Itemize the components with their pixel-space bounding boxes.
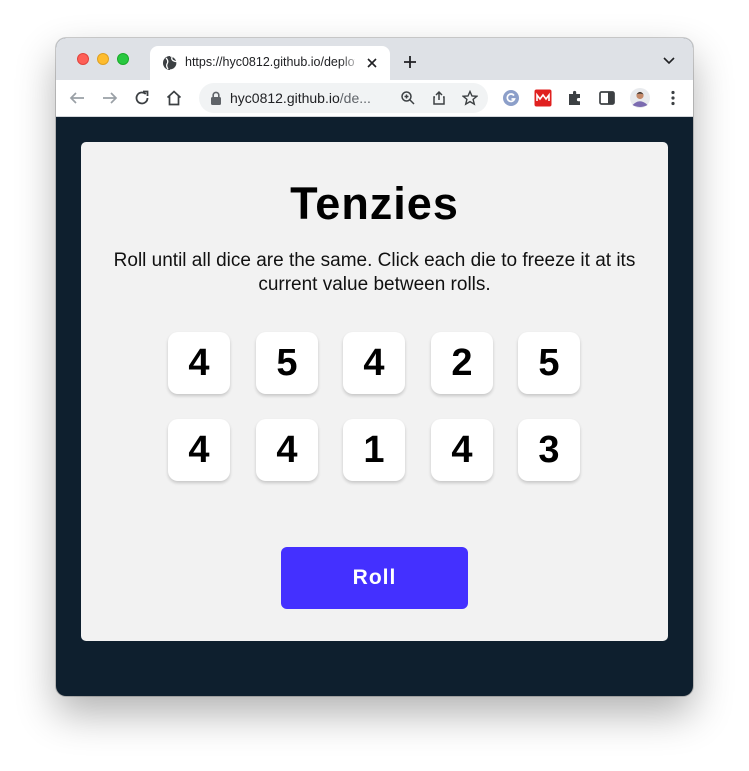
browser-toolbar: hyc0812.github.io/de... xyxy=(56,80,693,117)
new-tab-plus-icon[interactable] xyxy=(402,54,418,70)
tab-strip: https://hyc0812.github.io/deploy xyxy=(56,38,693,80)
tab-title-fade xyxy=(340,50,362,74)
close-icon[interactable] xyxy=(364,55,380,71)
window-minimize-button[interactable] xyxy=(97,53,109,65)
tenzies-card: Tenzies Roll until all dice are the same… xyxy=(81,142,668,641)
reload-icon[interactable] xyxy=(133,89,151,107)
home-icon[interactable] xyxy=(165,89,183,107)
die-3[interactable]: 4 xyxy=(343,332,405,394)
die-4[interactable]: 2 xyxy=(431,332,493,394)
browser-tab[interactable]: https://hyc0812.github.io/deploy xyxy=(150,46,390,80)
die-6[interactable]: 4 xyxy=(168,419,230,481)
sidepanel-icon[interactable] xyxy=(598,89,616,107)
address-bar[interactable]: hyc0812.github.io/de... xyxy=(199,83,488,113)
share-icon[interactable] xyxy=(431,90,447,106)
forward-arrow-icon[interactable] xyxy=(101,89,119,107)
back-arrow-icon[interactable] xyxy=(68,89,86,107)
die-2[interactable]: 5 xyxy=(256,332,318,394)
roll-button[interactable]: Roll xyxy=(281,547,468,609)
die-1[interactable]: 4 xyxy=(168,332,230,394)
globe-icon xyxy=(163,55,178,71)
die-5[interactable]: 5 xyxy=(518,332,580,394)
zoom-icon[interactable] xyxy=(400,90,416,106)
die-7[interactable]: 4 xyxy=(256,419,318,481)
tab-title: https://hyc0812.github.io/deploy xyxy=(185,55,355,69)
kebab-menu-icon[interactable] xyxy=(664,89,682,107)
browser-window: https://hyc0812.github.io/deploy hyc0812… xyxy=(56,38,693,696)
star-bookmark-icon[interactable] xyxy=(462,90,478,106)
profile-avatar[interactable] xyxy=(630,88,650,108)
instructions-text: Roll until all dice are the same. Click … xyxy=(113,250,636,295)
lock-icon[interactable] xyxy=(210,91,222,105)
url-path: /de... xyxy=(339,90,371,106)
url-text[interactable]: hyc0812.github.io/de... xyxy=(230,90,390,106)
die-8[interactable]: 1 xyxy=(343,419,405,481)
mendeley-icon[interactable] xyxy=(534,89,552,107)
window-close-button[interactable] xyxy=(77,53,89,65)
url-host: hyc0812.github.io xyxy=(230,90,340,106)
window-maximize-button[interactable] xyxy=(117,53,129,65)
grammarly-icon[interactable] xyxy=(502,89,520,107)
die-9[interactable]: 4 xyxy=(431,419,493,481)
page-title: Tenzies xyxy=(290,178,459,229)
chevron-down-icon[interactable] xyxy=(662,56,676,66)
die-10[interactable]: 3 xyxy=(518,419,580,481)
puzzle-icon[interactable] xyxy=(566,89,584,107)
